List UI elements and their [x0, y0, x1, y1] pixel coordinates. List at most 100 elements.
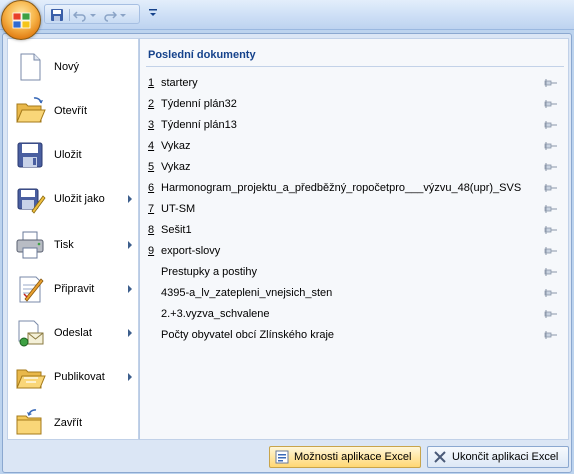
menu-item-new[interactable]: Nový — [8, 45, 140, 89]
exit-excel-label: Ukončit aplikaci Excel — [452, 451, 559, 463]
recent-document-item[interactable]: 9 export-slovy — [140, 241, 568, 261]
recent-document-number: 7 — [148, 203, 155, 215]
recent-document-name: 4395-a_lv_zatepleni_vnejsich_sten — [161, 287, 333, 299]
recent-document-name: Týdenní plán13 — [161, 119, 237, 131]
send-icon — [18, 320, 44, 347]
recent-document-name: export-slovy — [161, 245, 221, 257]
recent-document-item[interactable]: 8 Sešit1 — [140, 220, 568, 240]
submenu-arrow-icon — [128, 195, 132, 203]
submenu-arrow-icon — [128, 329, 132, 337]
new-document-icon — [20, 53, 41, 81]
pin-icon[interactable] — [544, 120, 558, 130]
excel-options-button[interactable]: Možnosti aplikace Excel — [269, 446, 421, 468]
menu-item-save-as[interactable]: Uložit jako — [8, 177, 140, 221]
recent-document-number: 5 — [148, 161, 155, 173]
menu-item-print[interactable]: Tisk — [8, 223, 140, 267]
pin-icon[interactable] — [544, 246, 558, 256]
pin-icon[interactable] — [544, 141, 558, 151]
pin-icon[interactable] — [544, 78, 558, 88]
recent-document-item[interactable]: 7 UT-SM — [140, 199, 568, 219]
menu-item-label: Tisk — [54, 239, 74, 251]
recent-document-item[interactable]: 4395-a_lv_zatepleni_vnejsich_sten — [140, 283, 568, 303]
menu-item-send[interactable]: Odeslat — [8, 311, 140, 355]
recent-document-item[interactable]: Počty obyvatel obcí Zlínského kraje — [140, 325, 568, 345]
recent-document-item[interactable]: 3 Týdenní plán13 — [140, 115, 568, 135]
submenu-arrow-icon — [128, 373, 132, 381]
recent-document-number: 6 — [148, 182, 155, 194]
prepare-icon — [19, 276, 44, 303]
recent-document-item[interactable]: 1 startery — [140, 73, 568, 93]
recent-document-number: 8 — [148, 224, 155, 236]
pin-icon[interactable] — [544, 183, 558, 193]
recent-document-name: Počty obyvatel obcí Zlínského kraje — [161, 329, 335, 341]
quick-access-toolbar — [0, 0, 574, 30]
office-menu: Nový Otevřít Uložit Uložit jako Tisk Při… — [2, 33, 572, 473]
menu-item-close[interactable]: Zavřít — [8, 401, 140, 445]
header-divider — [146, 66, 564, 67]
menu-item-save[interactable]: Uložit — [8, 133, 140, 177]
office-logo-icon — [12, 12, 31, 29]
options-icon — [275, 450, 289, 464]
undo-dropdown-icon[interactable] — [89, 8, 97, 22]
redo-icon[interactable] — [103, 8, 117, 22]
menu-item-label: Odeslat — [54, 327, 92, 339]
recent-document-name: Harmonogram_projektu_a_předběžný_ropočet… — [161, 182, 522, 194]
recent-document-item[interactable]: 2 Týdenní plán32 — [140, 94, 568, 114]
excel-options-label: Možnosti aplikace Excel — [294, 451, 412, 463]
qat-strip — [44, 4, 140, 24]
recent-document-name: UT-SM — [161, 203, 196, 215]
recent-document-number: 2 — [148, 98, 155, 110]
redo-dropdown-icon[interactable] — [119, 8, 127, 22]
recent-document-item[interactable]: 4 Vykaz — [140, 136, 568, 156]
recent-document-name: startery — [161, 77, 198, 89]
menu-item-label: Publikovat — [54, 371, 105, 383]
customize-qat-icon[interactable] — [148, 8, 158, 18]
recent-document-item[interactable]: 6 Harmonogram_projektu_a_předběžný_ropoče… — [140, 178, 568, 198]
recent-document-number: 3 — [148, 119, 155, 131]
open-folder-icon — [16, 97, 46, 123]
menu-item-label: Otevřít — [54, 105, 88, 117]
recent-document-item[interactable]: 2.+3.vyzva_schvalene — [140, 304, 568, 324]
menu-item-open[interactable]: Otevřít — [8, 89, 140, 133]
office-button[interactable] — [1, 0, 41, 40]
close-folder-icon — [16, 409, 42, 435]
pin-icon[interactable] — [544, 204, 558, 214]
recent-document-number: 4 — [148, 140, 155, 152]
submenu-arrow-icon — [128, 285, 132, 293]
save-floppy-icon — [17, 142, 43, 168]
pin-icon[interactable] — [544, 288, 558, 298]
recent-document-name: Vykaz — [161, 161, 191, 173]
menu-item-label: Uložit jako — [54, 193, 105, 205]
qat-separator — [69, 9, 70, 21]
recent-documents-header: Poslední dokumenty — [148, 49, 256, 61]
publish-icon — [16, 369, 46, 389]
recent-document-name: Prestupky a postihy — [161, 266, 257, 278]
recent-document-name: 2.+3.vyzva_schvalene — [161, 308, 270, 320]
recent-document-name: Sešit1 — [161, 224, 192, 236]
pin-icon[interactable] — [544, 330, 558, 340]
submenu-arrow-icon — [128, 241, 132, 249]
save-icon[interactable] — [50, 8, 64, 22]
menu-item-prepare[interactable]: Připravit — [8, 267, 140, 311]
pin-icon[interactable] — [544, 162, 558, 172]
menu-item-label: Uložit — [54, 149, 82, 161]
pin-icon[interactable] — [544, 225, 558, 235]
menu-item-publish[interactable]: Publikovat — [8, 355, 140, 399]
pin-icon[interactable] — [544, 99, 558, 109]
recent-document-name: Vykaz — [161, 140, 191, 152]
recent-document-name: Týdenní plán32 — [161, 98, 237, 110]
save-as-icon — [17, 188, 46, 214]
recent-document-number: 9 — [148, 245, 155, 257]
recent-document-number: 1 — [148, 77, 155, 89]
menu-commands-pane: Nový Otevřít Uložit Uložit jako Tisk Při… — [7, 38, 139, 440]
pin-icon[interactable] — [544, 267, 558, 277]
undo-icon[interactable] — [73, 8, 87, 22]
recent-document-item[interactable]: Prestupky a postihy — [140, 262, 568, 282]
recent-document-item[interactable]: 5 Vykaz — [140, 157, 568, 177]
exit-excel-button[interactable]: Ukončit aplikaci Excel — [427, 446, 569, 468]
close-x-icon — [434, 451, 446, 463]
pin-icon[interactable] — [544, 309, 558, 319]
printer-icon — [16, 231, 44, 259]
menu-item-label: Nový — [54, 61, 80, 73]
recent-documents-pane: Poslední dokumenty 1 startery 2 Týdenní plá… — [139, 38, 569, 440]
